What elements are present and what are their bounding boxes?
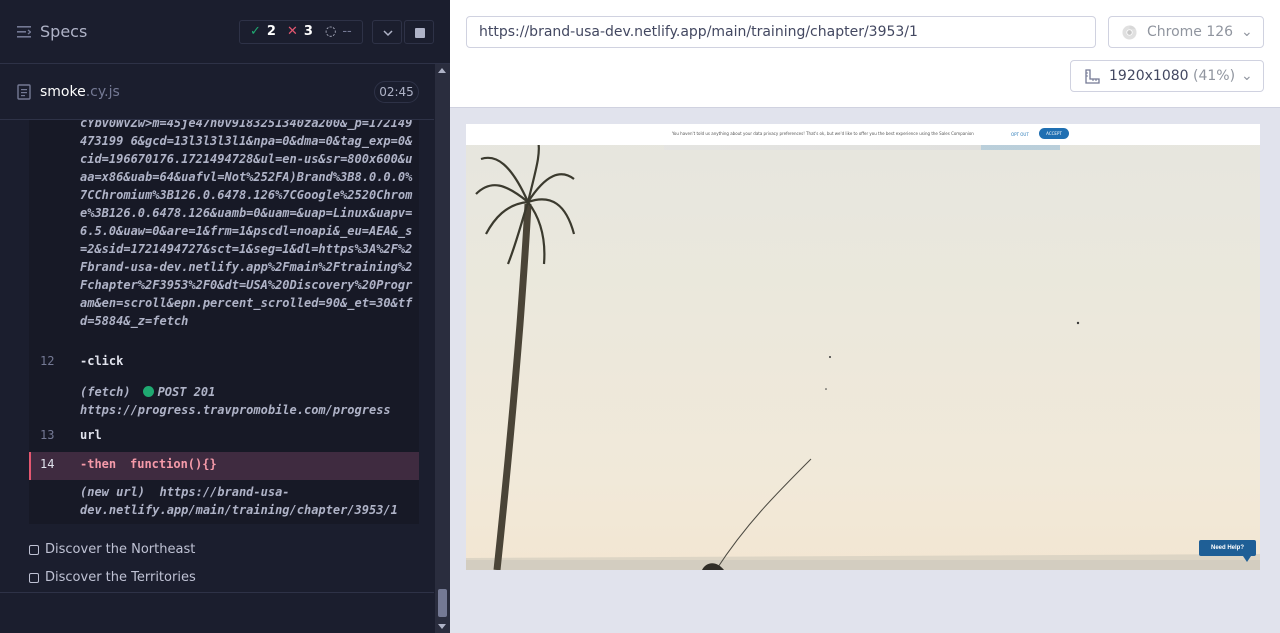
- viewport-scale: (41%): [1193, 68, 1236, 84]
- chrome-icon: [1122, 25, 1137, 40]
- viewport-dimensions: 1920x1080: [1109, 68, 1189, 84]
- chevron-down-icon: [383, 30, 393, 37]
- scroll-thumb[interactable]: [438, 589, 447, 617]
- ruler-icon: [1085, 69, 1100, 84]
- command-number: 13: [40, 428, 55, 442]
- suite-label: Discover the Northeast: [45, 542, 196, 557]
- preview-toolbar: https://brand-usa-dev.netlify.app/main/t…: [450, 0, 1280, 108]
- spinner-icon: ◌: [325, 24, 337, 39]
- viewport-selector[interactable]: 1920x1080 (41%) ⌄: [1070, 60, 1264, 92]
- specs-header: Specs ✓ 2 ✕ 3 ◌ --: [0, 0, 450, 64]
- request-url-text: cYbv0WvZw>m=45je47h0v9183251340za200&_p=…: [80, 120, 413, 328]
- fetch-url: https://progress.travpromobile.com/progr…: [80, 403, 391, 417]
- passed-stat: ✓ 2: [250, 24, 276, 39]
- spec-file-name[interactable]: smoke.cy.js: [40, 84, 120, 100]
- viewport-size: 1920x1080 (41%): [1109, 68, 1235, 84]
- checkbox-icon: [29, 572, 39, 583]
- menu-icon[interactable]: [17, 25, 31, 39]
- suite-label: Discover the Territories: [45, 570, 196, 585]
- stop-icon: [415, 28, 425, 38]
- cookie-consent-banner: You haven't told us anything about your …: [466, 124, 1260, 145]
- pending-stat: ◌ --: [325, 24, 352, 39]
- accept-button[interactable]: ACCEPT: [1039, 128, 1069, 139]
- fetch-status: POST 201: [157, 385, 216, 399]
- consent-message: You haven't told us anything about your …: [672, 131, 974, 136]
- chevron-down-icon: ⌄: [1241, 24, 1253, 40]
- chevron-down-icon: ⌄: [1241, 68, 1253, 84]
- pending-count: --: [342, 24, 352, 39]
- suite-discover-territories[interactable]: Discover the Territories: [29, 570, 196, 585]
- palm-beach-photo: [466, 138, 1260, 570]
- app-preview-panel: https://brand-usa-dev.netlify.app/main/t…: [450, 0, 1280, 633]
- command-name: -then: [80, 457, 117, 471]
- checkbox-icon: [29, 544, 39, 555]
- suite-discover-northeast[interactable]: Discover the Northeast: [29, 542, 195, 557]
- command-row-then-failed[interactable]: 14 -then function(){}: [29, 452, 419, 480]
- command-row-click[interactable]: 12 -click: [29, 354, 419, 372]
- browser-selector[interactable]: Chrome 126 ⌄: [1108, 16, 1264, 48]
- command-log-panel: Specs ✓ 2 ✕ 3 ◌ -- smoke.cy.js 02:45 cYb…: [0, 0, 450, 633]
- fetch-log-entry[interactable]: (fetch) POST 201 https://progress.travprom…: [80, 383, 416, 419]
- command-number: 14: [40, 457, 55, 471]
- specs-title[interactable]: Specs: [40, 22, 87, 41]
- speech-tail-icon: [1243, 556, 1251, 562]
- document-icon: [17, 84, 31, 100]
- new-url-prefix: (new url): [80, 485, 146, 499]
- test-stats: ✓ 2 ✕ 3 ◌ --: [239, 20, 363, 44]
- spec-base-name: smoke: [40, 84, 86, 100]
- scroll-up-arrow-icon[interactable]: [438, 68, 446, 73]
- command-log-scrollbar[interactable]: [435, 64, 450, 633]
- command-row-url[interactable]: 13 url: [29, 428, 419, 446]
- failed-count: 3: [303, 24, 313, 39]
- stop-button[interactable]: [404, 20, 434, 44]
- aut-url-bar[interactable]: https://brand-usa-dev.netlify.app/main/t…: [466, 16, 1096, 48]
- failed-stat: ✕ 3: [287, 24, 313, 39]
- command-name: -click: [80, 354, 124, 368]
- browser-name: Chrome 126: [1147, 24, 1234, 40]
- spec-extension: .cy.js: [85, 84, 120, 100]
- application-under-test[interactable]: You haven't told us anything about your …: [466, 124, 1260, 570]
- opt-out-link[interactable]: OPT OUT: [1011, 132, 1029, 137]
- spec-file-header: smoke.cy.js 02:45: [0, 65, 434, 120]
- command-log: cYbv0WvZw>m=45je47h0v9183251340za200&_p=…: [29, 120, 419, 524]
- divider: [0, 592, 434, 593]
- need-help-button[interactable]: Need Help?: [1199, 540, 1256, 556]
- new-url-log-entry[interactable]: (new url) https://brand-usa-dev.netlify.…: [80, 483, 416, 519]
- command-name: url: [80, 428, 102, 442]
- command-message: function(){}: [130, 457, 217, 471]
- x-icon: ✕: [287, 24, 298, 39]
- header-bar-shadow: [664, 145, 1060, 150]
- scroll-down-arrow-icon[interactable]: [438, 624, 446, 629]
- collapse-button[interactable]: [372, 20, 402, 44]
- passed-count: 2: [266, 24, 276, 39]
- status-dot-icon: [142, 386, 154, 397]
- duration-badge: 02:45: [374, 81, 419, 103]
- check-icon: ✓: [250, 24, 261, 39]
- command-number: 12: [40, 354, 55, 368]
- fetch-prefix: (fetch): [80, 385, 131, 399]
